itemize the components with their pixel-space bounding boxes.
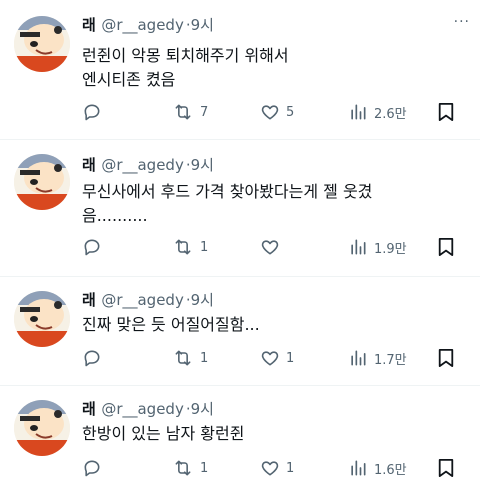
heart-icon xyxy=(261,105,279,120)
heart-icon xyxy=(261,351,279,366)
tweet-text-line: 무신사에서 후드 가격 찾아봤다는게 젤 웃겼 xyxy=(82,182,373,201)
retweet-button[interactable]: 1 xyxy=(172,456,208,480)
like-button[interactable]: 1 xyxy=(260,456,294,480)
reply-button[interactable] xyxy=(82,456,102,480)
retweet-icon xyxy=(175,350,191,366)
views-count: 1.9만 xyxy=(374,241,407,257)
avatar[interactable] xyxy=(14,291,70,347)
tweet-text-line: 진짜 맞은 듯 어질어질함... xyxy=(82,315,260,334)
retweet-icon xyxy=(175,239,191,255)
action-bar: 1 1 1.6만 xyxy=(82,456,462,480)
bookmark-button[interactable] xyxy=(437,235,455,259)
retweet-button[interactable]: 1 xyxy=(172,235,208,259)
avatar-image xyxy=(14,16,70,72)
avatar-image xyxy=(14,400,70,456)
tweet-text: 무신사에서 후드 가격 찾아봤다는게 젤 웃겼 음.......... xyxy=(82,180,460,228)
tweet-text: 런쥔이 악몽 퇴치해주기 위해서 엔시티존 켰음 xyxy=(82,44,460,92)
timestamp[interactable]: 9시 xyxy=(191,16,214,34)
views-icon xyxy=(351,239,366,255)
tweet-4[interactable]: 래 @r__agedy ·9시 한방이 있는 남자 황런쥔 1 1 1.6만 xyxy=(0,386,480,490)
retweet-count: 1 xyxy=(200,460,209,476)
like-count: 5 xyxy=(286,104,295,120)
reply-icon xyxy=(84,460,100,477)
tweet-text: 한방이 있는 남자 황런쥔 xyxy=(82,422,460,446)
avatar[interactable] xyxy=(14,400,70,456)
tweet-text-line: 런쥔이 악몽 퇴치해주기 위해서 xyxy=(82,46,289,65)
retweet-button[interactable]: 7 xyxy=(172,100,208,124)
user-handle[interactable]: @r__agedy xyxy=(101,291,184,309)
timestamp[interactable]: 9시 xyxy=(191,291,214,309)
more-icon[interactable]: ··· xyxy=(454,14,470,30)
tweet-header: 래 @r__agedy ·9시 xyxy=(82,14,214,35)
user-handle[interactable]: @r__agedy xyxy=(101,16,184,34)
avatar[interactable] xyxy=(14,16,70,72)
like-button[interactable]: 5 xyxy=(260,100,294,124)
bookmark-button[interactable] xyxy=(437,100,455,124)
views-button[interactable]: 1.7만 xyxy=(348,346,407,370)
reply-button[interactable] xyxy=(82,346,102,370)
views-icon xyxy=(351,350,366,366)
tweet-2[interactable]: 래 @r__agedy ·9시 무신사에서 후드 가격 찾아봤다는게 젤 웃겼 음.… xyxy=(0,140,480,277)
tweet-text: 진짜 맞은 듯 어질어질함... xyxy=(82,313,460,337)
tweet-1[interactable]: 래 @r__agedy ·9시 ··· 런쥔이 악몽 퇴치해주기 위해서 엔시티존 … xyxy=(0,0,480,140)
heart-icon xyxy=(261,461,279,476)
retweet-count: 1 xyxy=(200,239,209,255)
reply-button[interactable] xyxy=(82,100,102,124)
timestamp[interactable]: 9시 xyxy=(191,400,214,418)
views-icon xyxy=(351,104,366,120)
display-name[interactable]: 래 xyxy=(82,16,96,34)
retweet-count: 7 xyxy=(200,104,209,120)
views-count: 1.6만 xyxy=(374,462,407,478)
reply-button[interactable] xyxy=(82,235,102,259)
bookmark-button[interactable] xyxy=(437,456,455,480)
user-handle[interactable]: @r__agedy xyxy=(101,400,184,418)
action-bar: 7 5 2.6만 xyxy=(82,100,462,124)
bookmark-icon xyxy=(438,349,454,367)
tweet-text-line: 한방이 있는 남자 황런쥔 xyxy=(82,424,245,443)
avatar-image xyxy=(14,154,70,210)
retweet-button[interactable]: 1 xyxy=(172,346,208,370)
user-handle[interactable]: @r__agedy xyxy=(101,156,184,174)
tweet-header: 래 @r__agedy ·9시 xyxy=(82,289,214,310)
views-button[interactable]: 1.9만 xyxy=(348,235,407,259)
display-name[interactable]: 래 xyxy=(82,291,96,309)
retweet-count: 1 xyxy=(200,350,209,366)
avatar-image xyxy=(14,291,70,347)
bookmark-icon xyxy=(438,459,454,477)
tweet-header: 래 @r__agedy ·9시 xyxy=(82,154,214,175)
retweet-icon xyxy=(175,104,191,120)
display-name[interactable]: 래 xyxy=(82,156,96,174)
like-button[interactable] xyxy=(260,235,286,259)
action-bar: 1 1.9만 xyxy=(82,235,462,259)
views-button[interactable]: 1.6만 xyxy=(348,456,407,480)
timestamp[interactable]: 9시 xyxy=(191,156,214,174)
avatar[interactable] xyxy=(14,154,70,210)
tweet-3[interactable]: 래 @r__agedy ·9시 진짜 맞은 듯 어질어질함... 1 1 1.7만 xyxy=(0,277,480,385)
bookmark-icon xyxy=(438,103,454,122)
reply-icon xyxy=(84,350,100,367)
views-button[interactable]: 2.6만 xyxy=(348,100,407,124)
reply-icon xyxy=(84,239,100,256)
retweet-icon xyxy=(175,460,191,476)
reply-icon xyxy=(84,104,100,121)
views-count: 1.7만 xyxy=(374,352,407,368)
action-bar: 1 1 1.7만 xyxy=(82,346,462,370)
like-count: 1 xyxy=(286,460,295,476)
bookmark-icon xyxy=(438,237,454,256)
display-name[interactable]: 래 xyxy=(82,400,96,418)
like-button[interactable]: 1 xyxy=(260,346,294,370)
heart-icon xyxy=(261,240,279,255)
tweet-header: 래 @r__agedy ·9시 xyxy=(82,398,214,419)
like-count: 1 xyxy=(286,350,295,366)
bookmark-button[interactable] xyxy=(437,346,455,370)
views-count: 2.6만 xyxy=(374,106,407,122)
views-icon xyxy=(351,460,366,476)
tweet-text-line: 음.......... xyxy=(82,206,148,225)
tweet-text-line: 엔시티존 켰음 xyxy=(82,70,176,89)
